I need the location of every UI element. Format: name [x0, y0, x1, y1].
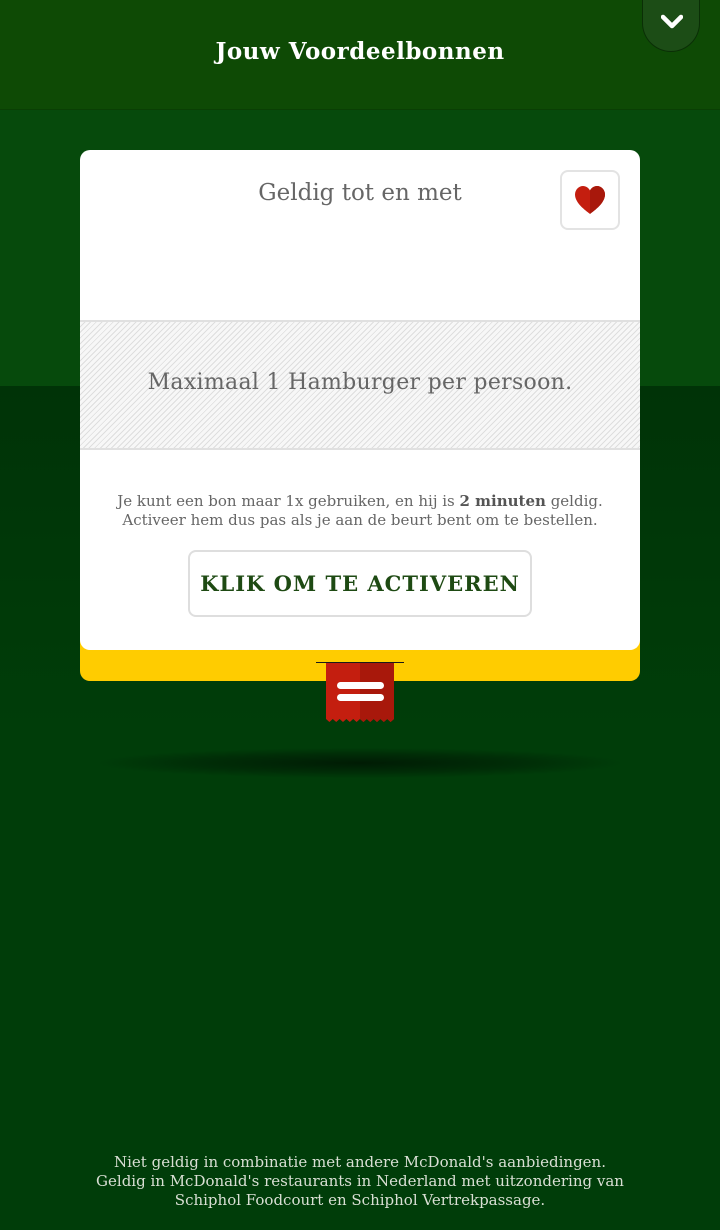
- footer-line1: Niet geldig in combinatie met andere McD…: [114, 1153, 606, 1171]
- header-bar: Jouw Voordeelbonnen: [0, 0, 720, 110]
- chevron-down-icon: [661, 14, 683, 29]
- favorite-button[interactable]: [560, 170, 620, 230]
- usage-info-line2: Activeer hem dus pas als je aan de beurt…: [122, 511, 598, 529]
- menu-tab-button[interactable]: [316, 662, 404, 726]
- usage-info: Je kunt een bon maar 1x gebruiken, en hi…: [80, 492, 640, 530]
- usage-info-line1: Je kunt een bon maar 1x gebruiken, en hi…: [80, 492, 640, 511]
- footer-line2: Geldig in McDonald's restaurants in Nede…: [96, 1172, 624, 1190]
- offer-panel: Maximaal 1 Hamburger per persoon.: [80, 320, 640, 450]
- card-shadow: [100, 748, 620, 778]
- footer-line3: Schiphol Foodcourt en Schiphol Vertrekpa…: [174, 1191, 546, 1209]
- page-title: Jouw Voordeelbonnen: [215, 38, 505, 65]
- coupon-card: Geldig tot en met Maximaal 1 Hamburger p…: [80, 150, 640, 650]
- usage-info-part2: geldig.: [545, 492, 603, 510]
- usage-info-part1: Je kunt een bon maar 1x gebruiken, en hi…: [117, 492, 460, 510]
- offer-text: Maximaal 1 Hamburger per persoon.: [147, 370, 573, 395]
- valid-until-label: Geldig tot en met: [258, 180, 462, 206]
- footer-disclaimer: Niet geldig in combinatie met andere McD…: [0, 1153, 720, 1210]
- usage-info-duration: 2 minuten: [459, 492, 546, 510]
- heart-icon: [575, 186, 605, 214]
- menu-icon: [316, 662, 404, 722]
- activate-button[interactable]: KLIK OM TE ACTIVEREN: [188, 550, 532, 617]
